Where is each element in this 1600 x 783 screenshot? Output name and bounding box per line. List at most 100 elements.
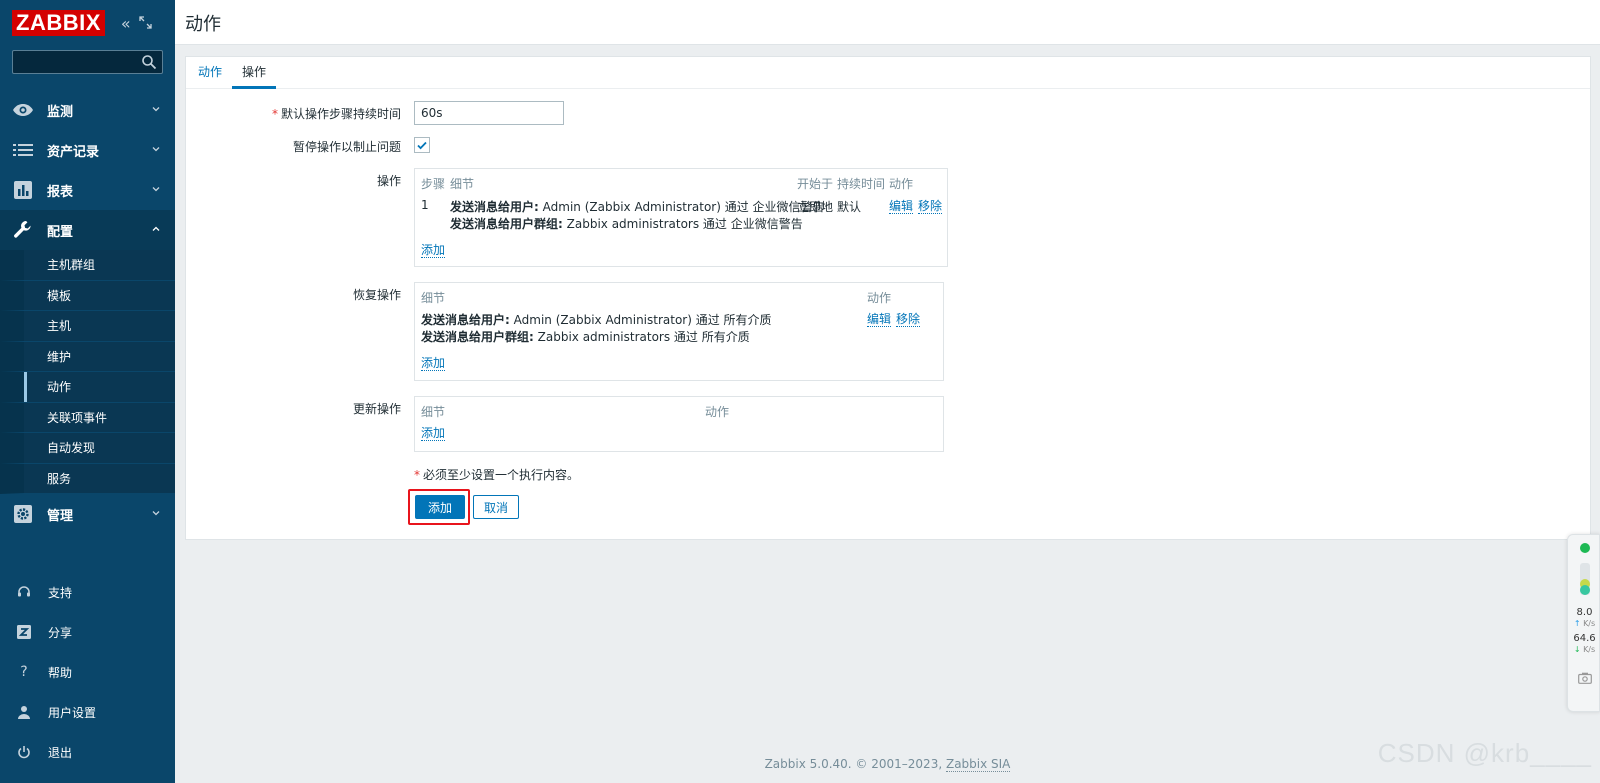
tab-bar: 动作 操作 [186, 57, 1590, 89]
nav-monitoring[interactable]: 监测 [0, 90, 175, 130]
add-button[interactable]: 添加 [415, 495, 466, 519]
configuration-submenu: 主机群组 模板 主机 维护 动作 关联项事件 自动发现 服务 [0, 250, 175, 494]
sidebar-item-templates[interactable]: 模板 [0, 280, 175, 311]
logo-row: ZABBIX « [0, 0, 175, 46]
pause-label: 暂停操作以制止问题 [292, 140, 401, 154]
watermark: CSDN @krb____ [1377, 738, 1592, 768]
chevron-down-icon [152, 147, 160, 152]
user-icon [16, 704, 32, 720]
nav-label: 报表 [47, 184, 74, 200]
search-icon[interactable] [141, 54, 157, 70]
op-detail-line: 发送消息给用户: Admin (Zabbix Administrator) 通过… [450, 200, 825, 214]
nav-inventory[interactable]: 资产记录 [0, 130, 175, 170]
nav-label: 帮助 [48, 665, 73, 680]
nav-support[interactable]: 支持 [0, 572, 175, 612]
tab-operations[interactable]: 操作 [232, 57, 277, 89]
cancel-button[interactable]: 取消 [473, 495, 520, 519]
share-icon [16, 624, 32, 640]
tab-action[interactable]: 动作 [188, 57, 232, 89]
update-operations-table: 细节 动作 添加 [414, 396, 944, 452]
camera-icon[interactable] [1578, 672, 1592, 684]
op-step: 1 [421, 198, 429, 212]
recovery-operations-table: 细节 动作 发送消息给用户: Admin (Zabbix Administrat… [414, 282, 944, 381]
nav-configuration[interactable]: 配置 [0, 210, 175, 250]
chevron-down-icon [152, 107, 160, 112]
nav-reports[interactable]: 报表 [0, 170, 175, 210]
upload-unit: ↑ K/s [1573, 619, 1596, 628]
nav-sign-out[interactable]: 退出 [0, 732, 175, 772]
nav-label: 资产记录 [47, 144, 100, 160]
zabbix-logo[interactable]: ZABBIX [12, 10, 105, 36]
th-details: 细节 [421, 291, 446, 305]
th-details: 细节 [421, 405, 446, 419]
recovery-operations-label: 恢复操作 [352, 288, 401, 302]
sidebar-item-host-groups[interactable]: 主机群组 [0, 250, 175, 281]
op-duration: 默认 [837, 200, 862, 214]
bar-chart-icon [12, 181, 34, 199]
arrow-up-icon: ↑ [1573, 619, 1581, 628]
nav-label: 退出 [48, 745, 73, 760]
nav-user-settings[interactable]: 用户设置 [0, 692, 175, 732]
sidebar-item-maintenance[interactable]: 维护 [0, 341, 175, 372]
sidebar-search [12, 50, 163, 74]
nav-share[interactable]: 分享 [0, 612, 175, 652]
th-action: 动作 [867, 291, 892, 305]
recovery-edit-link[interactable]: 编辑 [867, 312, 892, 327]
help-icon: ? [20, 664, 28, 680]
nav-label: 管理 [47, 508, 74, 524]
search-input[interactable] [13, 51, 162, 73]
th-action: 动作 [705, 405, 730, 419]
op-remove-link[interactable]: 移除 [918, 199, 943, 214]
operations-label: 操作 [376, 174, 401, 188]
th-step: 步骤 [421, 177, 446, 191]
eye-icon [12, 101, 34, 119]
level-dot [1580, 585, 1590, 595]
kiosk-mode-icon[interactable] [139, 14, 152, 33]
nav-label: 分享 [48, 625, 73, 640]
chevron-down-icon [152, 187, 160, 192]
sidebar-item-services[interactable]: 服务 [0, 463, 175, 494]
upload-speed: 8.0 [1576, 607, 1593, 618]
op-add-link[interactable]: 添加 [421, 243, 446, 258]
update-add-link[interactable]: 添加 [421, 426, 446, 441]
page-header: 动作 [175, 0, 1600, 45]
op-detail-line: 发送消息给用户群组: Zabbix administrators 通过 企业微信… [450, 217, 803, 231]
duration-input[interactable] [414, 101, 564, 125]
nav-label: 支持 [48, 585, 73, 600]
op-edit-link[interactable]: 编辑 [889, 199, 914, 214]
footer-link[interactable]: Zabbix SIA [945, 757, 1011, 772]
power-icon [16, 744, 32, 760]
download-speed: 64.6 [1573, 633, 1596, 644]
main-nav: 监测 资产记录 报表 配置 主机群组 模板 主机 维护 动作 关联项事件 自动发… [0, 90, 175, 534]
pause-checkbox[interactable] [414, 137, 430, 153]
nav-label: 配置 [47, 224, 74, 240]
th-duration: 持续时间 [837, 177, 886, 191]
collapse-sidebar-icon[interactable]: « [121, 14, 131, 33]
nav-label: 用户设置 [48, 705, 97, 720]
status-dot [1580, 543, 1590, 553]
sidebar-item-actions[interactable]: 动作 [0, 372, 175, 403]
recovery-remove-link[interactable]: 移除 [896, 312, 921, 327]
recovery-detail-line: 发送消息给用户: Admin (Zabbix Administrator) 通过… [421, 313, 772, 327]
recovery-add-link[interactable]: 添加 [421, 356, 446, 371]
th-details: 细节 [450, 177, 475, 191]
chevron-up-icon [152, 226, 160, 231]
update-operations-label: 更新操作 [352, 402, 401, 416]
nav-help[interactable]: ? 帮助 [0, 652, 175, 692]
sidebar-item-event-correlation[interactable]: 关联项事件 [0, 402, 175, 433]
operations-table: 步骤 细节 开始于 持续时间 动作 1 发送消息给用户: Admin (Zabb… [414, 168, 948, 267]
nav-administration[interactable]: 管理 [0, 494, 175, 534]
arrow-down-icon: ↓ [1573, 645, 1581, 654]
network-speed-widget[interactable]: 8.0 ↑ K/s 64.6 ↓ K/s [1567, 534, 1600, 712]
wrench-icon [12, 221, 34, 239]
gear-icon [12, 505, 34, 523]
recovery-detail-line: 发送消息给用户群组: Zabbix administrators 通过 所有介质 [421, 330, 750, 344]
chevron-down-icon [152, 511, 160, 516]
sidebar-item-hosts[interactable]: 主机 [0, 311, 175, 342]
sidebar-item-discovery[interactable]: 自动发现 [0, 433, 175, 464]
sidebar-bottom-nav: 支持 分享 ? 帮助 用户设置 退出 [0, 572, 175, 772]
th-action: 动作 [889, 177, 914, 191]
required-note: * 必须至少设置一个执行内容。 [414, 468, 580, 482]
th-start-in: 开始于 [797, 177, 834, 191]
list-icon [12, 141, 34, 159]
